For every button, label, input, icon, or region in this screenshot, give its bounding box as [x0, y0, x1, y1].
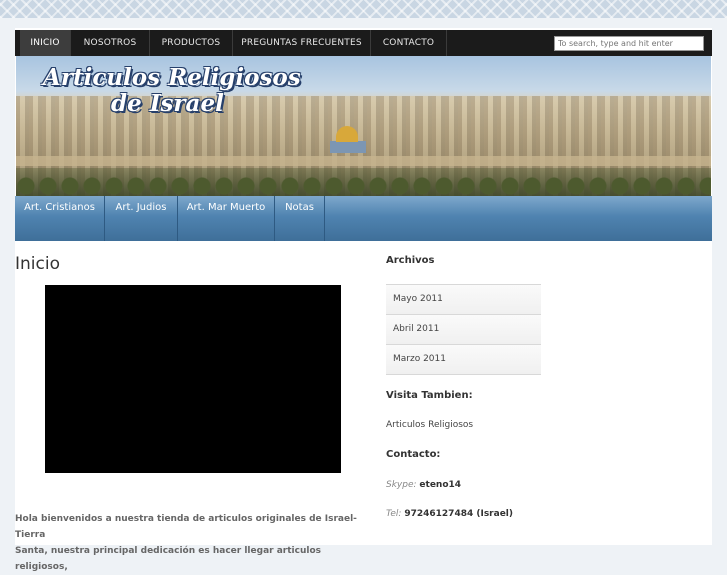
skype-value: eteno14 — [419, 480, 462, 490]
skype-label: Skype: — [386, 480, 417, 490]
search-input[interactable] — [554, 36, 704, 51]
archives-heading: Archivos — [386, 255, 435, 266]
category-navigation: Art. Cristianos Art. Judios Art. Mar Mue… — [15, 196, 712, 241]
visit-link[interactable]: Articulos Religiosos — [386, 420, 473, 430]
site-logo-line2[interactable]: de Israel — [111, 90, 224, 117]
phone-contact: Tel: 97246127484 (Israel) — [386, 509, 513, 519]
contact-heading: Contacto: — [386, 449, 441, 460]
archives-list: Mayo 2011 Abril 2011 Marzo 2011 — [386, 284, 541, 375]
archive-link-mayo-2011[interactable]: Mayo 2011 — [386, 284, 541, 314]
nav-item-art-mar-muerto[interactable]: Art. Mar Muerto — [178, 196, 275, 241]
city-wall — [16, 156, 711, 166]
page-container: INICIO NOSOTROS PRODUCTOS PREGUNTAS FREC… — [15, 28, 712, 572]
archive-link-marzo-2011[interactable]: Marzo 2011 — [386, 344, 541, 375]
tel-label: Tel: — [386, 509, 402, 519]
trees-foreground — [16, 168, 711, 196]
nav-item-contacto[interactable]: CONTACTO — [371, 30, 447, 56]
intro-text-line2: Santa, nuestra principal dedicación es h… — [15, 546, 321, 572]
visit-heading: Visita Tambien: — [386, 390, 473, 401]
video-player[interactable] — [45, 285, 341, 473]
nav-item-preguntas-frecuentes[interactable]: PREGUNTAS FRECUENTES — [233, 30, 371, 56]
intro-text: Hola bienvenidos a nuestra tienda de art… — [15, 511, 365, 575]
archive-link-abril-2011[interactable]: Abril 2011 — [386, 314, 541, 344]
golden-dome — [336, 126, 358, 142]
skype-contact: Skype: eteno14 — [386, 480, 461, 490]
tel-value: 97246127484 (Israel) — [404, 509, 513, 519]
header-banner: Articulos Religiosos de Israel — [16, 56, 711, 196]
dome-building — [330, 141, 366, 153]
nav-item-art-judios[interactable]: Art. Judios — [105, 196, 178, 241]
nav-item-productos[interactable]: PRODUCTOS — [150, 30, 233, 56]
intro-text-line1: Hola bienvenidos a nuestra tienda de art… — [15, 514, 357, 540]
nav-item-nosotros[interactable]: NOSOTROS — [71, 30, 150, 56]
page-title: Inicio — [15, 254, 60, 274]
nav-item-notas[interactable]: Notas — [275, 196, 325, 241]
background-pattern — [0, 0, 727, 18]
site-logo-line1[interactable]: Articulos Religiosos — [43, 64, 301, 91]
nav-item-inicio[interactable]: INICIO — [20, 30, 71, 56]
nav-item-art-cristianos[interactable]: Art. Cristianos — [15, 196, 105, 241]
top-navigation: INICIO NOSOTROS PRODUCTOS PREGUNTAS FREC… — [15, 30, 712, 56]
